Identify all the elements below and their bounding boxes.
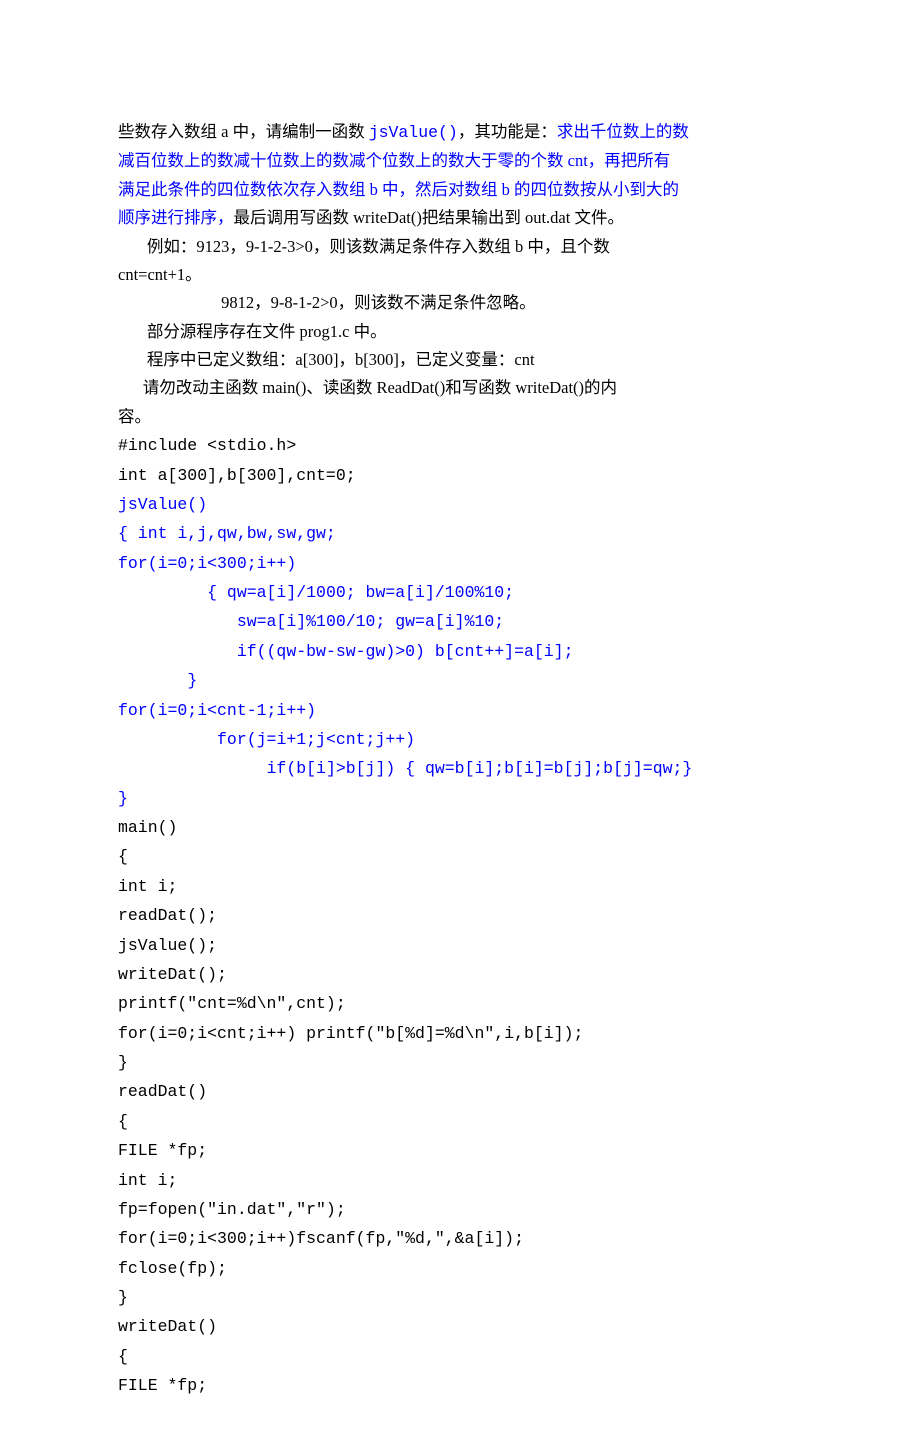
text-line: int i;	[118, 872, 802, 901]
text-segment: sw=a[i]%100/10; gw=a[i]%10;	[118, 612, 504, 631]
text-line: readDat();	[118, 901, 802, 930]
text-segment: for(i=0;i<cnt;i++) printf("b[%d]=%d\n",i…	[118, 1024, 583, 1043]
text-line: 顺序进行排序，最后调用写函数 writeDat()把结果输出到 out.dat …	[118, 204, 802, 232]
text-segment: ，其功能是：	[458, 122, 557, 141]
text-line: 例如：9123，9-1-2-3>0，则该数满足条件存入数组 b 中，且个数	[118, 233, 802, 261]
text-segment: 顺序进行排序，	[118, 208, 234, 227]
text-line: int a[300],b[300],cnt=0;	[118, 461, 802, 490]
text-segment: 些数存入数组 a 中，请编制一函数	[118, 122, 369, 141]
text-segment: for(j=i+1;j<cnt;j++)	[118, 730, 415, 749]
text-segment: }	[118, 789, 128, 808]
text-line: { int i,j,qw,bw,sw,gw;	[118, 519, 802, 548]
text-segment: }	[118, 671, 197, 690]
text-segment: FILE *fp;	[118, 1376, 207, 1395]
text-segment: 程序中已定义数组：a[300]，b[300]，已定义变量：cnt	[118, 350, 535, 369]
text-segment: for(i=0;i<300;i++)fscanf(fp,"%d,",&a[i])…	[118, 1229, 524, 1248]
text-line: fclose(fp);	[118, 1254, 802, 1283]
text-line: {	[118, 1107, 802, 1136]
text-segment: writeDat();	[118, 965, 227, 984]
text-line: #include <stdio.h>	[118, 431, 802, 460]
text-line: }	[118, 666, 802, 695]
text-line: 请勿改动主函数 main()、读函数 ReadDat()和写函数 writeDa…	[118, 374, 802, 402]
text-segment: 例如：9123，9-1-2-3>0，则该数满足条件存入数组 b 中，且个数	[118, 237, 610, 256]
text-line: 部分源程序存在文件 prog1.c 中。	[118, 318, 802, 346]
text-segment: writeDat()	[118, 1317, 217, 1336]
text-segment: }	[118, 1053, 128, 1072]
text-segment: FILE *fp;	[118, 1141, 207, 1160]
text-line: {	[118, 842, 802, 871]
text-segment: int i;	[118, 1171, 177, 1190]
text-line: readDat()	[118, 1077, 802, 1106]
text-line: if(b[i]>b[j]) { qw=b[i];b[i]=b[j];b[j]=q…	[118, 754, 802, 783]
text-segment: for(i=0;i<cnt-1;i++)	[118, 701, 316, 720]
text-line: }	[118, 1283, 802, 1312]
text-segment: 请勿改动主函数 main()、读函数 ReadDat()和写函数 writeDa…	[118, 378, 617, 397]
text-line: jsValue()	[118, 490, 802, 519]
text-segment: 最后调用写函数 writeDat()把结果输出到 out.dat 文件。	[234, 208, 624, 227]
text-segment: jsValue()	[118, 495, 207, 514]
text-segment: jsValue();	[118, 936, 217, 955]
text-segment: cnt=cnt+1。	[118, 265, 202, 284]
text-segment: printf("cnt=%d\n",cnt);	[118, 994, 346, 1013]
text-segment: fclose(fp);	[118, 1259, 227, 1278]
text-segment: fp=fopen("in.dat","r");	[118, 1200, 346, 1219]
text-segment: int i;	[118, 877, 177, 896]
text-line: {	[118, 1342, 802, 1371]
text-line: cnt=cnt+1。	[118, 261, 802, 289]
text-segment: 部分源程序存在文件 prog1.c 中。	[118, 322, 387, 341]
text-segment: { int i,j,qw,bw,sw,gw;	[118, 524, 336, 543]
text-line: FILE *fp;	[118, 1371, 802, 1400]
text-line: fp=fopen("in.dat","r");	[118, 1195, 802, 1224]
text-segment: }	[118, 1288, 128, 1307]
text-line: 程序中已定义数组：a[300]，b[300]，已定义变量：cnt	[118, 346, 802, 374]
text-line: writeDat();	[118, 960, 802, 989]
text-line: sw=a[i]%100/10; gw=a[i]%10;	[118, 607, 802, 636]
document-page: 些数存入数组 a 中，请编制一函数 jsValue()，其功能是：求出千位数上的…	[0, 0, 920, 1451]
text-line: 些数存入数组 a 中，请编制一函数 jsValue()，其功能是：求出千位数上的…	[118, 118, 802, 147]
text-segment: jsValue()	[369, 123, 458, 142]
text-segment: {	[118, 1347, 128, 1366]
text-line: for(j=i+1;j<cnt;j++)	[118, 725, 802, 754]
text-segment: if(b[i]>b[j]) { qw=b[i];b[i]=b[j];b[j]=q…	[118, 759, 692, 778]
text-line: writeDat()	[118, 1312, 802, 1341]
text-line: for(i=0;i<300;i++)	[118, 549, 802, 578]
text-segment: 求出千位数上的数	[557, 122, 689, 141]
text-segment: #include <stdio.h>	[118, 436, 296, 455]
text-segment: readDat();	[118, 906, 217, 925]
text-segment: readDat()	[118, 1082, 207, 1101]
text-segment: 减百位数上的数减十位数上的数减个位数上的数大于零的个数 cnt，再把所有	[118, 151, 670, 170]
text-segment: { qw=a[i]/1000; bw=a[i]/100%10;	[118, 583, 514, 602]
text-line: 满足此条件的四位数依次存入数组 b 中，然后对数组 b 的四位数按从小到大的	[118, 176, 802, 204]
text-segment: 容。	[118, 407, 151, 426]
text-line: FILE *fp;	[118, 1136, 802, 1165]
text-segment: for(i=0;i<300;i++)	[118, 554, 296, 573]
text-segment: 满足此条件的四位数依次存入数组 b 中，然后对数组 b 的四位数按从小到大的	[118, 180, 679, 199]
text-segment: if((qw-bw-sw-gw)>0) b[cnt++]=a[i];	[118, 642, 573, 661]
text-line: jsValue();	[118, 931, 802, 960]
text-segment: {	[118, 1112, 128, 1131]
text-line: printf("cnt=%d\n",cnt);	[118, 989, 802, 1018]
text-line: 9812，9-8-1-2>0，则该数不满足条件忽略。	[118, 289, 802, 317]
text-line: int i;	[118, 1166, 802, 1195]
text-line: for(i=0;i<cnt;i++) printf("b[%d]=%d\n",i…	[118, 1019, 802, 1048]
text-line: main()	[118, 813, 802, 842]
text-segment: int a[300],b[300],cnt=0;	[118, 466, 356, 485]
text-segment: main()	[118, 818, 177, 837]
text-segment: {	[118, 847, 128, 866]
text-line: for(i=0;i<300;i++)fscanf(fp,"%d,",&a[i])…	[118, 1224, 802, 1253]
text-line: }	[118, 1048, 802, 1077]
text-line: 减百位数上的数减十位数上的数减个位数上的数大于零的个数 cnt，再把所有	[118, 147, 802, 175]
text-line: }	[118, 784, 802, 813]
text-line: 容。	[118, 403, 802, 431]
text-segment: 9812，9-8-1-2>0，则该数不满足条件忽略。	[118, 293, 536, 312]
text-line: if((qw-bw-sw-gw)>0) b[cnt++]=a[i];	[118, 637, 802, 666]
text-line: { qw=a[i]/1000; bw=a[i]/100%10;	[118, 578, 802, 607]
text-line: for(i=0;i<cnt-1;i++)	[118, 696, 802, 725]
